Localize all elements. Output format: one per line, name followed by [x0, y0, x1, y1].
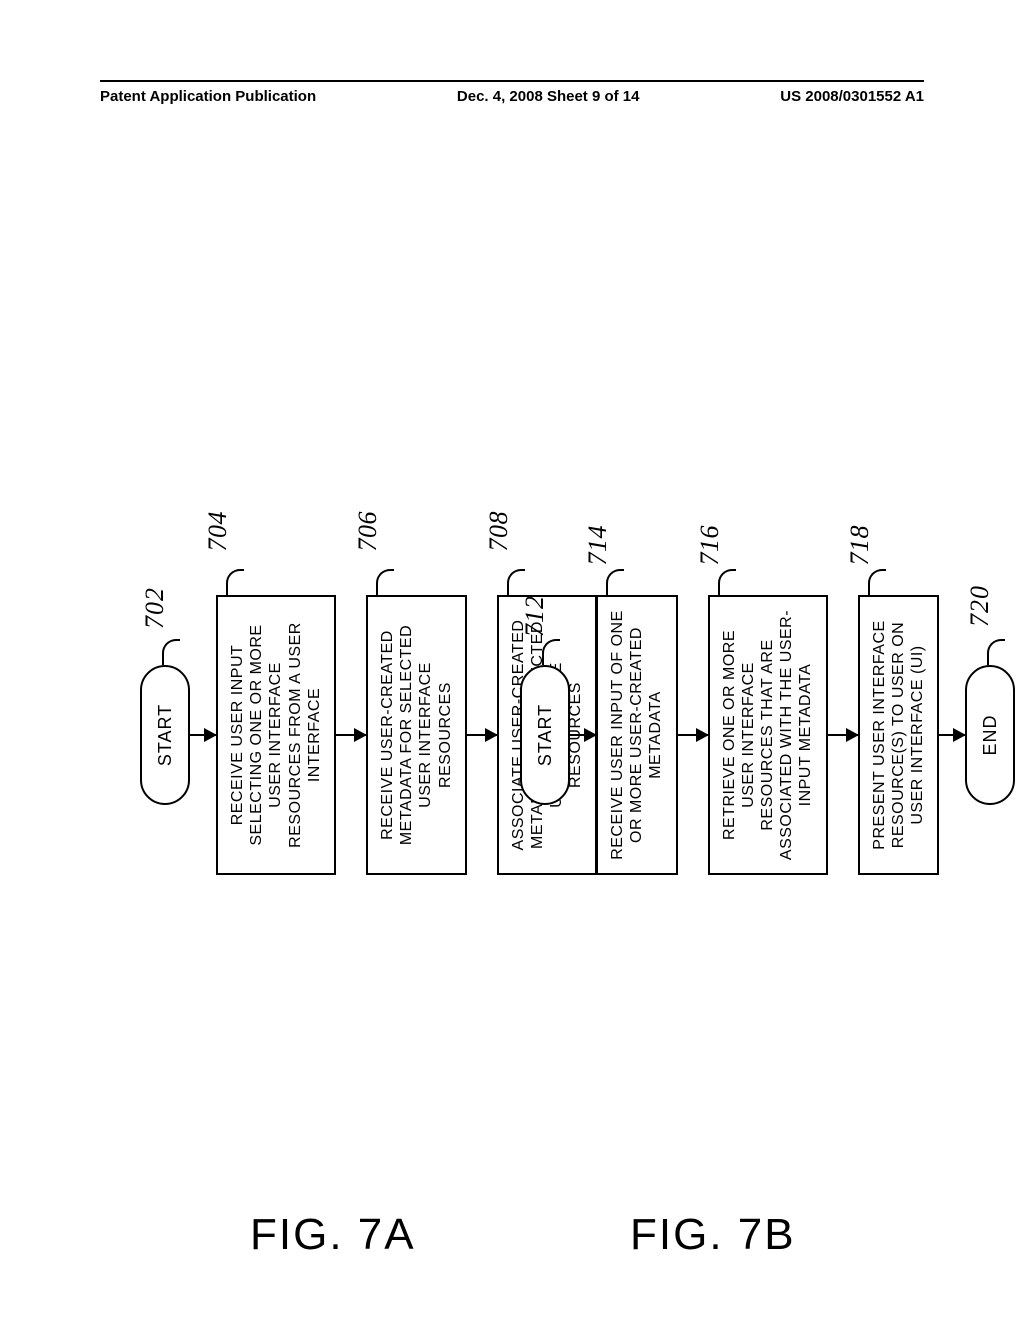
flowchart-b: START 712 RECEIVE USER INPUT OF ONE OR M… [520, 350, 1015, 1120]
ref-706: 706 [352, 511, 383, 552]
arrow-icon [336, 734, 366, 736]
hook-icon [718, 569, 736, 595]
hook-icon [542, 639, 560, 665]
hook-icon [162, 639, 180, 665]
step2-text: RETRIEVE ONE OR MORE USER INTERFACE RESO… [720, 609, 816, 861]
ref-716: 716 [694, 525, 725, 566]
header-left: Patent Application Publication [100, 88, 316, 105]
step1-text: RECEIVE USER INPUT SELECTING ONE OR MORE… [228, 609, 324, 861]
end-label: END [980, 715, 1001, 756]
step2-text: RECEIVE USER-CREATED METADATA FOR SELECT… [378, 609, 455, 861]
arrow-icon [939, 734, 965, 736]
start-label: START [155, 704, 176, 766]
step3-text: PRESENT USER INTERFACE RESOURCE(S) TO US… [870, 609, 928, 861]
figure-label-7a: FIG. 7A [250, 1210, 416, 1260]
flowchart-b-wrap: START 712 RECEIVE USER INPUT OF ONE OR M… [520, 350, 1015, 1120]
hook-icon [376, 569, 394, 595]
figure-label-7b: FIG. 7B [630, 1210, 796, 1260]
hook-icon [987, 639, 1005, 665]
arrow-icon [190, 734, 216, 736]
arrow-icon [828, 734, 858, 736]
arrow-icon [467, 734, 497, 736]
page-header: Patent Application Publication Dec. 4, 2… [100, 80, 924, 105]
arrow-icon [678, 734, 708, 736]
ref-712: 712 [520, 595, 550, 637]
header-right: US 2008/0301552 A1 [780, 88, 924, 105]
ref-704: 704 [202, 511, 233, 552]
step1-text: RECEIVE USER INPUT OF ONE OR MORE USER-C… [608, 609, 666, 861]
process-step-3: PRESENT USER INTERFACE RESOURCE(S) TO US… [858, 595, 940, 875]
process-step-2: RETRIEVE ONE OR MORE USER INTERFACE RESO… [708, 595, 828, 875]
ref-718: 718 [844, 525, 875, 566]
end-terminator: END 720 [965, 665, 1015, 805]
ref-708: 708 [483, 511, 514, 552]
hook-icon [606, 569, 624, 595]
ref-720: 720 [965, 585, 995, 627]
start-terminator: START 712 [520, 665, 570, 805]
arrow-icon [570, 734, 596, 736]
process-step-1: RECEIVE USER INPUT OF ONE OR MORE USER-C… [596, 595, 678, 875]
content-area: START 702 RECEIVE USER INPUT SELECTING O… [100, 180, 924, 1180]
ref-702: 702 [140, 587, 170, 629]
hook-icon [868, 569, 886, 595]
header-center: Dec. 4, 2008 Sheet 9 of 14 [457, 88, 640, 105]
start-terminator: START 702 [140, 665, 190, 805]
hook-icon [226, 569, 244, 595]
start-label: START [535, 704, 556, 766]
ref-714: 714 [582, 525, 613, 566]
page: Patent Application Publication Dec. 4, 2… [0, 0, 1024, 1320]
process-step-2: RECEIVE USER-CREATED METADATA FOR SELECT… [366, 595, 467, 875]
process-step-1: RECEIVE USER INPUT SELECTING ONE OR MORE… [216, 595, 336, 875]
